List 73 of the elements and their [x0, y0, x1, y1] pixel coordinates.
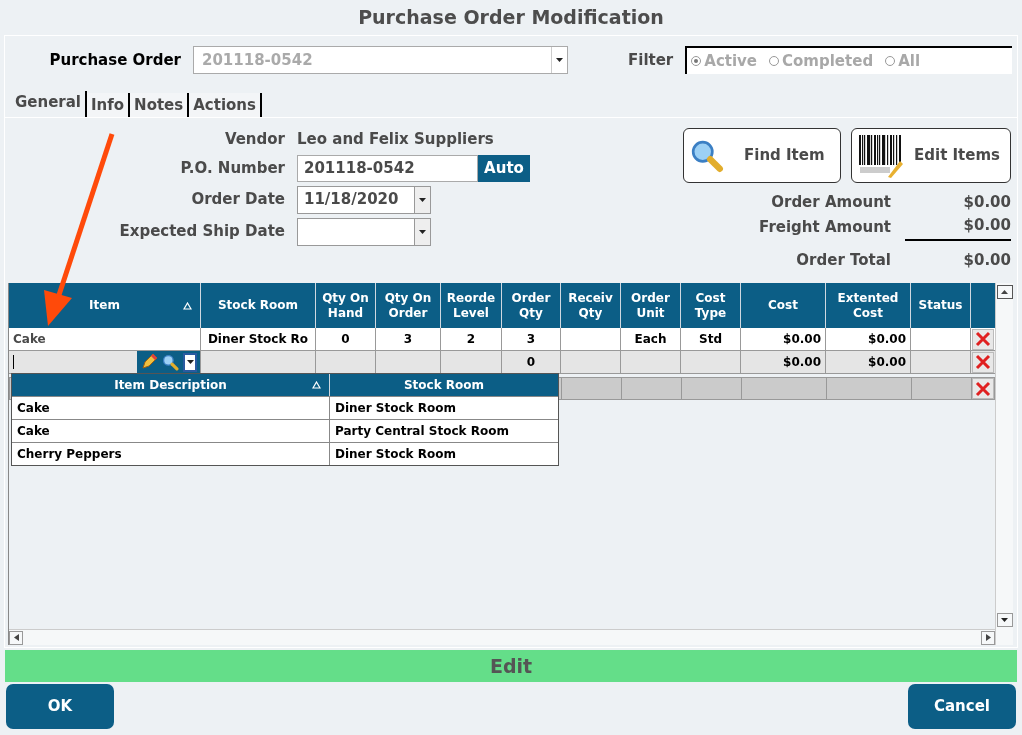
dropdown-row[interactable]: Cherry Peppers Diner Stock Room [12, 442, 558, 465]
table-cell-text: Party Central Stock Room [335, 423, 509, 440]
search-icon [162, 353, 179, 371]
dropdown-row[interactable]: Cake Diner Stock Room [12, 396, 558, 419]
barcode-icon [858, 132, 904, 179]
vendor-name: Leo and Felix Suppliers [297, 129, 495, 150]
pencil-icon[interactable] [140, 353, 158, 371]
delete-button[interactable] [972, 378, 994, 399]
field-label: Purchase Order [48, 49, 182, 71]
delete-button[interactable] [972, 328, 994, 350]
caret-icon [419, 229, 426, 234]
total-label: Order Amount [770, 192, 891, 213]
order-date-field[interactable]: 11/18/2020 [297, 185, 431, 214]
mode-label: Edit [489, 653, 533, 679]
tab[interactable]: Notes [130, 93, 190, 117]
table-cell-text: Diner Stock Room [335, 400, 456, 417]
grid-row[interactable]: 0 $0.00 $0.00 [9, 351, 995, 374]
po-number-field[interactable]: 201118-0542 [297, 154, 478, 182]
tab[interactable]: Info [87, 93, 131, 117]
scroll-left-icon[interactable] [9, 630, 23, 645]
caret-icon [186, 360, 194, 364]
table-cell-text: Diner Stock Ro [207, 331, 309, 348]
table-cell-text: Cake [17, 400, 50, 417]
scroll-down-icon[interactable] [996, 613, 1013, 627]
dropdown-row[interactable]: Cake Party Central Stock Room [12, 419, 558, 442]
field-label: P.O. Number [179, 157, 285, 179]
field-label: Order Date [190, 189, 285, 211]
table-cell-text: $0.00 [783, 354, 821, 371]
auto-button[interactable]: Auto [478, 154, 530, 182]
table-cell-text: $0.00 [783, 331, 821, 348]
table-cell-text: 0 [341, 331, 350, 348]
field-label: Expected Ship Date [118, 221, 285, 243]
field-label: Vendor [223, 129, 285, 150]
total-label: Freight Amount [759, 217, 891, 238]
table-cell-text: Diner Stock Room [335, 446, 456, 463]
grid-row[interactable]: Cake Diner Stock Ro 0 3 2 3 Each Std $0.00 $0.00 [9, 328, 995, 351]
caret-icon [419, 197, 426, 202]
ok-button[interactable]: OK [6, 684, 114, 729]
total-value: $0.00 [962, 250, 1011, 271]
horizontal-scrollbar[interactable] [9, 629, 995, 645]
table-cell-text: $0.00 [868, 354, 906, 371]
table-cell-text: Cake [17, 423, 50, 440]
scroll-up-icon[interactable] [996, 285, 1013, 299]
table-cell-text: Cake [13, 331, 46, 348]
edit-items-button[interactable]: Edit Items [851, 128, 1011, 183]
total-value: $0.00 [962, 192, 1011, 213]
tab[interactable]: Actions [189, 93, 262, 117]
table-cell-text: 3 [403, 331, 413, 348]
column-header[interactable]: Item Description [12, 374, 330, 396]
caret-icon [1001, 618, 1008, 622]
scroll-right-icon[interactable] [981, 630, 995, 645]
total-value: $0.00 [905, 213, 1011, 241]
dropdown-button[interactable] [183, 352, 197, 372]
window-title: Purchase Order Modification [358, 5, 664, 31]
table-cell-text: 3 [526, 331, 536, 348]
find-item-button[interactable]: Find Item [683, 128, 841, 183]
table-cell-text: $0.00 [868, 331, 906, 348]
table-cell-text: Cherry Peppers [17, 446, 122, 463]
caret-icon [556, 58, 563, 62]
table-cell-text: 2 [466, 331, 476, 348]
table-cell-text: Each [634, 331, 667, 348]
table-cell-text: 0 [526, 354, 536, 371]
search-icon [690, 138, 724, 173]
sort-icon [312, 381, 321, 389]
delete-button[interactable] [972, 351, 994, 373]
cancel-button[interactable]: Cancel [908, 684, 1016, 729]
ship-date-field[interactable] [297, 217, 431, 246]
vertical-scrollbar[interactable] [995, 283, 1013, 645]
total-label: Order Total [795, 250, 891, 271]
field-label: Filter [628, 49, 674, 71]
sort-icon [183, 301, 192, 310]
table-cell-text: Std [699, 331, 722, 348]
column-header[interactable]: Stock Room [330, 374, 558, 396]
